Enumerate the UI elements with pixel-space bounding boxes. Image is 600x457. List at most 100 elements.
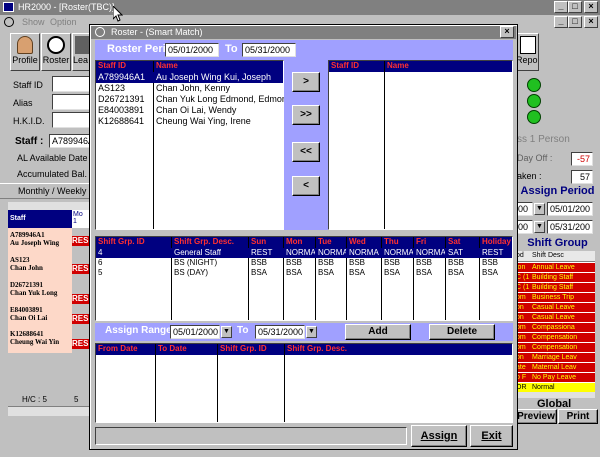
- period-to-field[interactable]: 05/31/200: [547, 220, 593, 234]
- grid-row-0[interactable]: A789946A1 Au Joseph Wing: [10, 231, 59, 247]
- day-off-field: -57: [571, 152, 593, 166]
- preview-button[interactable]: Preview: [515, 409, 557, 424]
- shift-cell: BS (NIGHT): [174, 258, 218, 267]
- right-list-header-id: Staff ID: [331, 61, 359, 70]
- move-all-right-button[interactable]: >>: [292, 105, 320, 125]
- shift-group-title: Shift Group: [515, 237, 600, 251]
- grid-row-3[interactable]: E84003891 Chan Oi Lai: [10, 306, 47, 322]
- status-light-3: [527, 110, 541, 124]
- available-staff-row[interactable]: K12688641 Cheung Wai Ying, Irene: [96, 116, 283, 127]
- available-staff-row[interactable]: AS123 Chan John, Kenny: [96, 83, 283, 94]
- view-tab[interactable]: Monthly / Weekly: [0, 183, 92, 199]
- grid-scrollbar[interactable]: [8, 406, 92, 416]
- shift-cell: BSB: [384, 258, 401, 267]
- alias-field[interactable]: [52, 94, 92, 110]
- shift-group-desc: Annual Leave: [532, 264, 575, 271]
- assign-range-to-dropdown-icon[interactable]: ▼: [306, 326, 317, 338]
- staff-field[interactable]: A789946A: [49, 134, 92, 148]
- mdi-restore-button[interactable]: □: [568, 16, 582, 28]
- hc-label: H/C : 5: [22, 395, 47, 404]
- selected-staff-list: Staff ID Name: [328, 60, 513, 230]
- shift-cell: General Staff: [174, 248, 221, 257]
- exit-button[interactable]: Exit: [470, 425, 513, 447]
- shift-group-desc: Building Staff: [532, 274, 574, 281]
- shift-group-row[interactable]: C (1 Building Staff: [515, 283, 595, 293]
- delete-button[interactable]: Delete: [429, 324, 495, 340]
- shift-cell: 5: [98, 268, 103, 277]
- move-left-button[interactable]: <: [292, 176, 320, 196]
- assign-range-from[interactable]: 05/01/2000: [170, 325, 220, 339]
- shift-group-row[interactable]: om Compassiona: [515, 323, 595, 333]
- shift-group-row[interactable]: on Casual Leave: [515, 303, 595, 313]
- shift-header-2: Sun: [251, 237, 267, 246]
- period-from-field[interactable]: 05/01/200: [547, 202, 593, 216]
- move-right-button[interactable]: >: [292, 72, 320, 92]
- report-button[interactable]: Report: [515, 33, 539, 71]
- shift-group-desc: Compensation: [532, 344, 578, 351]
- move-all-left-button[interactable]: <<: [292, 142, 320, 162]
- staff-info-panel: Staff : A789946A AL Available Date : Acc…: [8, 131, 93, 181]
- minimize-button[interactable]: _: [554, 1, 568, 13]
- shift-cell: REST: [251, 248, 273, 257]
- shift-group-desc: Casual Leave: [532, 314, 575, 321]
- shift-group-desc: Casual Leave: [532, 304, 575, 311]
- roster-period-from[interactable]: 05/01/2000: [165, 43, 219, 57]
- grid-row-1[interactable]: AS123 Chan John: [10, 256, 43, 272]
- period-from-dropdown-icon[interactable]: ▼: [534, 203, 545, 215]
- shift-cell: BSA: [251, 268, 268, 277]
- print-button[interactable]: Print: [558, 409, 598, 424]
- grid-row-2[interactable]: D26721391 Chan Yuk Long: [10, 281, 57, 297]
- available-staff-row[interactable]: A789946A1 Au Joseph Wing Kui, Joseph: [96, 72, 283, 83]
- shift-group-row[interactable]: on Casual Leave: [515, 313, 595, 323]
- left-list-header-name: Name: [156, 61, 178, 70]
- profile-button[interactable]: Profile: [10, 33, 40, 71]
- assign-range-to[interactable]: 05/31/2000: [255, 325, 305, 339]
- roster-button[interactable]: Roster: [41, 33, 71, 71]
- menu-option[interactable]: Option: [50, 17, 77, 27]
- mdi-close-button[interactable]: ×: [584, 16, 598, 28]
- app-icon: [3, 2, 14, 12]
- shift-group-row[interactable]: o F No Pay Leave: [515, 373, 595, 383]
- shift-header-0: Shift Grp. ID: [98, 237, 145, 246]
- shift-header-8: Sat: [448, 237, 461, 246]
- assign-header-to: To Date: [158, 344, 187, 353]
- shift-group-row[interactable]: on Marriage Leav: [515, 353, 595, 363]
- close-button[interactable]: ×: [584, 1, 598, 13]
- shift-cell: 6: [98, 258, 103, 267]
- staff-id-field[interactable]: [52, 76, 92, 92]
- available-staff-list: Staff ID Name A789946A1 Au Joseph Wing Ku…: [95, 60, 292, 230]
- shift-cell: BSB: [448, 258, 465, 267]
- shift-group-row[interactable]: om Business Trip: [515, 293, 595, 303]
- main-title: HR2000 - [Roster(TBC)]: [18, 2, 115, 12]
- assign-range-label: Assign Range :: [105, 325, 178, 336]
- shift-group-row[interactable]: ion Annual Leave: [515, 263, 595, 273]
- shift-cell: NORMA: [416, 248, 445, 257]
- shift-group-row[interactable]: om Compensation: [515, 343, 595, 353]
- shift-header-3: Mon: [286, 237, 303, 246]
- grid-header-staff: Staff: [8, 210, 72, 228]
- available-staff-row[interactable]: E84003891 Chan Oi Lai, Wendy: [96, 105, 283, 116]
- menu-show[interactable]: Show: [22, 17, 45, 27]
- main-title-bar: HR2000 - [Roster(TBC)] _ □ ×: [0, 0, 600, 15]
- assign-button[interactable]: Assign: [411, 425, 467, 447]
- maximize-button[interactable]: □: [568, 1, 582, 13]
- shift-group-row[interactable]: om Compensation: [515, 333, 595, 343]
- shift-cell: BSA: [416, 268, 433, 277]
- leave-button[interactable]: Lea: [72, 33, 90, 71]
- shift-cell: BSA: [448, 268, 465, 277]
- hkid-label: H.K.I.D.: [13, 116, 45, 126]
- add-button[interactable]: Add: [345, 324, 411, 340]
- grid-row-4[interactable]: K12688641 Cheung Wai Yin: [10, 330, 59, 346]
- shift-group-row[interactable]: ate Maternal Leav: [515, 363, 595, 373]
- shift-cell: BSA: [349, 268, 366, 277]
- available-staff-row[interactable]: D26721391 Chan Yuk Long Edmond, Edmond: [96, 94, 292, 105]
- shift-cell: SAT: [448, 248, 463, 257]
- period-to-dropdown-icon[interactable]: ▼: [534, 221, 545, 233]
- assign-range-from-dropdown-icon[interactable]: ▼: [221, 326, 232, 338]
- roster-period-to[interactable]: 05/31/2000: [242, 43, 296, 57]
- dialog-close-button[interactable]: ×: [500, 26, 514, 38]
- shift-cell: BS (DAY): [174, 268, 209, 277]
- hkid-field[interactable]: [52, 112, 92, 128]
- shift-group-row[interactable]: C (1 Building Staff: [515, 273, 595, 283]
- mdi-minimize-button[interactable]: _: [554, 16, 568, 28]
